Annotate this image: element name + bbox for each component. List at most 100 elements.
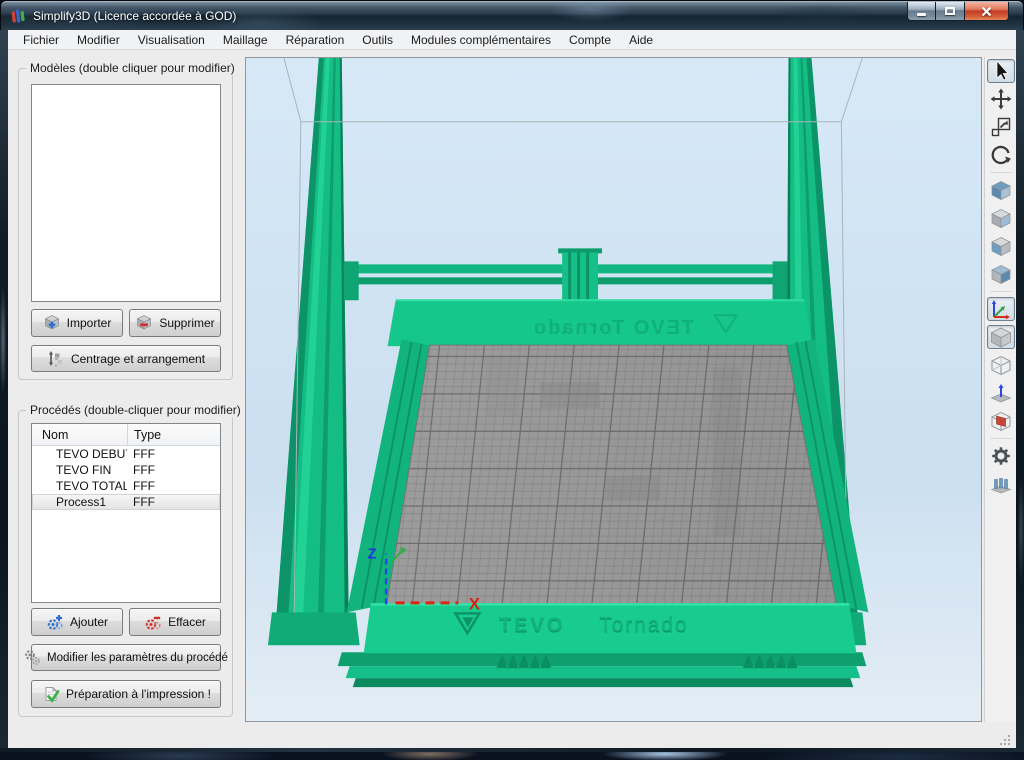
prepare-print-button-label: Préparation à l'impression ! xyxy=(65,687,212,701)
cross-section-tool[interactable] xyxy=(987,409,1015,433)
titlebar: Simplify3D (Licence accordée à GOD) xyxy=(0,0,1024,30)
maximize-icon xyxy=(945,7,955,15)
edit-process-settings-button[interactable]: Modifier les paramètres du procédé xyxy=(25,644,228,671)
viewport-3d[interactable]: TEVO Tornado TEVO TEVO Tornado Tornado Z… xyxy=(245,57,982,722)
process-name: Process1 xyxy=(56,495,107,509)
window-controls xyxy=(907,2,1009,21)
process-row[interactable]: TEVO DEBUT FFF xyxy=(32,446,220,462)
delete-button-label: Supprimer xyxy=(159,316,215,330)
process-row-selected[interactable]: Process1 FFF xyxy=(32,494,220,510)
erase-gear-minus-icon xyxy=(145,616,161,630)
close-button[interactable] xyxy=(964,2,1009,21)
process-type: FFF xyxy=(133,447,155,461)
process-type: FFF xyxy=(133,495,155,509)
menu-modules[interactable]: Modules complémentaires xyxy=(402,30,560,50)
desktop: Simplify3D (Licence accordée à GOD) Fich… xyxy=(0,0,1024,760)
toolbar-separator xyxy=(989,172,1012,173)
print-bed xyxy=(386,344,837,605)
surface-normal-icon xyxy=(990,384,1011,403)
normals-view-toggle[interactable] xyxy=(987,381,1015,405)
process-name: TEVO TOTAL xyxy=(56,479,127,493)
x-axis-label: X xyxy=(469,594,481,613)
printer-back-rail: TEVO Tornado xyxy=(387,299,813,347)
rotate-tool[interactable] xyxy=(987,143,1015,167)
cursor-arrow-icon xyxy=(996,60,1009,81)
window-border-bottom xyxy=(0,748,1024,752)
erase-process-button-label: Effacer xyxy=(168,615,206,629)
delete-cube-minus-icon xyxy=(137,315,152,330)
window-title: Simplify3D (Licence accordée à GOD) xyxy=(33,9,237,23)
toolbar-separator xyxy=(989,438,1012,439)
process-row[interactable]: TEVO FIN FFF xyxy=(32,462,220,478)
erase-process-button[interactable]: Effacer xyxy=(129,608,221,636)
machine-settings[interactable] xyxy=(987,444,1015,468)
column-header-type[interactable]: Type xyxy=(127,424,220,445)
select-tool[interactable] xyxy=(986,59,1015,83)
menu-aide[interactable]: Aide xyxy=(620,30,662,50)
prepare-print-button[interactable]: Préparation à l'impression ! xyxy=(31,680,221,708)
wireframe-cube-icon xyxy=(990,355,1011,376)
processes-group-label: Procédés (double-cliquer pour modifier) xyxy=(26,403,245,417)
menu-reparation[interactable]: Réparation xyxy=(277,30,354,50)
view-cube-bottom-icon xyxy=(990,265,1011,285)
view-side-cube[interactable] xyxy=(987,206,1015,230)
view-iso-cube[interactable] xyxy=(987,178,1015,202)
process-name: TEVO FIN xyxy=(56,463,112,477)
processes-groupbox: Procédés (double-cliquer pour modifier) … xyxy=(18,403,245,717)
delete-button[interactable]: Supprimer xyxy=(129,309,221,337)
axes-icon xyxy=(991,300,1010,320)
rotate-icon xyxy=(991,145,1011,165)
models-group-label: Modèles (double cliquer pour modifier) xyxy=(26,61,239,75)
models-list[interactable] xyxy=(31,84,221,302)
window-resize-grip[interactable] xyxy=(1000,733,1012,745)
view-cube-iso-icon xyxy=(990,181,1011,201)
process-type: FFF xyxy=(133,479,155,493)
import-button[interactable]: Importer xyxy=(31,309,123,337)
center-arrange-button[interactable]: Centrage et arrangement xyxy=(31,345,221,372)
printer-scene: TEVO Tornado TEVO TEVO Tornado Tornado Z… xyxy=(246,58,981,721)
maximize-button[interactable] xyxy=(936,2,964,21)
view-cube-side-icon xyxy=(990,209,1011,229)
center-arrange-button-label: Centrage et arrangement xyxy=(70,351,206,366)
z-axis-label: Z xyxy=(368,545,377,562)
window-border-right xyxy=(1016,30,1024,748)
view-front-cube[interactable] xyxy=(987,234,1015,258)
menu-compte[interactable]: Compte xyxy=(560,30,620,50)
process-row[interactable]: TEVO TOTAL FFF xyxy=(32,478,220,494)
edit-gears-icon xyxy=(25,650,40,665)
view-cube-front-icon xyxy=(990,237,1011,257)
front-rail-brand-text: TEVO xyxy=(499,614,565,636)
scale-icon xyxy=(991,117,1010,137)
axes-toggle[interactable] xyxy=(986,297,1015,321)
processes-table: Nom Type TEVO DEBUT FFF TEVO FIN FFF TEV… xyxy=(31,423,221,603)
window-border-left xyxy=(0,30,8,748)
menu-visualisation[interactable]: Visualisation xyxy=(129,30,214,50)
close-icon xyxy=(981,6,992,16)
scale-tool[interactable] xyxy=(987,115,1015,139)
view-bottom-cube[interactable] xyxy=(987,262,1015,286)
menu-fichier[interactable]: Fichier xyxy=(14,30,68,50)
add-process-button-label: Ajouter xyxy=(69,615,109,629)
right-toolbar xyxy=(984,57,1016,722)
menubar: Fichier Modifier Visualisation Maillage … xyxy=(8,30,1016,50)
add-process-button[interactable]: Ajouter xyxy=(31,608,123,636)
left-panel: Modèles (double cliquer pour modifier) I… xyxy=(8,57,245,722)
wireframe-view-toggle[interactable] xyxy=(987,353,1015,377)
processes-table-header[interactable]: Nom Type xyxy=(32,424,220,446)
move-arrows-icon xyxy=(990,88,1011,110)
app-window: Simplify3D (Licence accordée à GOD) Fich… xyxy=(0,0,1024,752)
printer-front-base: TEVO TEVO Tornado Tornado xyxy=(337,603,867,688)
move-tool[interactable] xyxy=(987,87,1015,111)
import-cube-plus-icon xyxy=(44,315,59,330)
support-structures-tool[interactable] xyxy=(987,472,1015,496)
solid-view-toggle[interactable] xyxy=(986,325,1015,349)
minimize-button[interactable] xyxy=(907,2,936,21)
supports-icon xyxy=(990,478,1011,494)
menu-outils[interactable]: Outils xyxy=(353,30,402,50)
column-header-name[interactable]: Nom xyxy=(32,428,127,442)
menu-maillage[interactable]: Maillage xyxy=(214,30,277,50)
menu-modifier[interactable]: Modifier xyxy=(68,30,129,50)
import-button-label: Importer xyxy=(66,316,112,330)
models-groupbox: Modèles (double cliquer pour modifier) I… xyxy=(18,61,239,380)
app-logo-icon xyxy=(11,9,25,23)
